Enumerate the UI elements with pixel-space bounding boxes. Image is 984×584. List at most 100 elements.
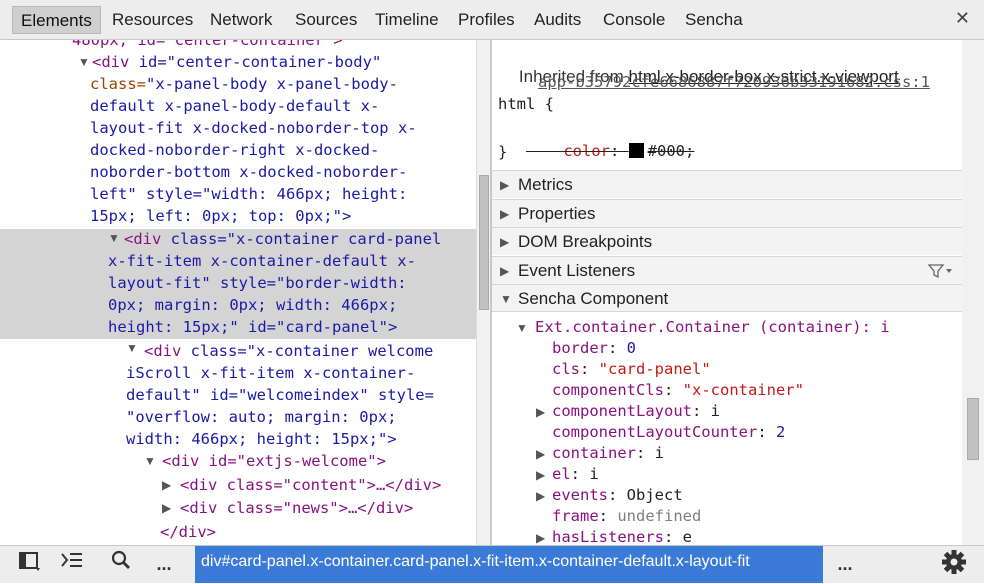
collapse-triangle-icon[interactable]: ▶ (162, 474, 171, 496)
collapse-triangle-icon[interactable]: ▶ (536, 485, 545, 507)
prop-name: border (552, 339, 608, 357)
component-prop-border[interactable]: border: 0 (552, 337, 636, 359)
breadcrumb-more-right[interactable]: ... (828, 549, 862, 579)
tab-sources[interactable]: Sources (287, 6, 365, 34)
dom-tree-panel: 480px; id="center-container"> ▼ <div id=… (0, 40, 476, 545)
component-prop-componentCls[interactable]: componentCls: "x-container" (552, 379, 804, 401)
component-root[interactable]: Ext.container.Container (container): i (535, 316, 890, 338)
dom-line: 0px; margin: 0px; width: 466px; (108, 296, 398, 314)
inherited-header: Inherited from html.x-border-box.x-stric… (500, 44, 899, 86)
dom-node-news[interactable]: <div class="news">…</div> (180, 497, 413, 519)
prop-name: componentLayout (552, 402, 692, 420)
prop-name: frame (552, 507, 599, 525)
scrollbar-thumb[interactable] (479, 175, 489, 310)
devtools-toolbar: Elements Resources Network Sources Timel… (0, 0, 984, 40)
tab-elements[interactable]: Elements (12, 6, 101, 34)
section-sencha-component[interactable]: ▼ Sencha Component (492, 284, 962, 312)
prop-value: "x-container" (682, 381, 804, 399)
tab-audits[interactable]: Audits (526, 6, 589, 34)
dom-line: height: 15px;" id="card-panel"> (108, 318, 398, 336)
rule-prop-value: #000 (647, 142, 685, 160)
collapse-triangle-icon[interactable]: ▶ (162, 497, 171, 519)
dom-line: class="x-panel-body x-panel-body- (90, 75, 398, 93)
component-prop-container[interactable]: container: i (552, 442, 664, 464)
css-source-link[interactable]: app-b35792cfe6686887f720936b33191682.css… (538, 71, 930, 93)
expand-triangle-icon: ▼ (500, 292, 512, 306)
expand-triangle-icon[interactable]: ▼ (78, 51, 90, 73)
component-prop-componentLayout[interactable]: componentLayout: i (552, 400, 720, 422)
tab-sencha[interactable]: Sencha (677, 6, 751, 34)
prop-name: componentLayoutCounter (552, 423, 758, 441)
component-prop-el[interactable]: el: i (552, 463, 599, 485)
tab-profiles[interactable]: Profiles (450, 6, 523, 34)
collapse-triangle-icon: ▶ (500, 264, 510, 278)
section-event-listeners[interactable]: ▶ Event Listeners (492, 256, 962, 284)
component-prop-frame[interactable]: frame: undefined (552, 505, 701, 527)
dom-line: noborder-bottom x-docked-noborder- (90, 163, 408, 181)
prop-value: 0 (626, 339, 637, 357)
collapse-triangle-icon: ▶ (500, 178, 510, 192)
gear-icon[interactable] (937, 549, 971, 579)
dom-line: <div id="center-container-body" (92, 53, 382, 71)
dom-line: width: 466px; height: 15px;"> (126, 430, 397, 448)
dock-icon[interactable] (12, 549, 46, 579)
collapse-triangle-icon[interactable]: ▶ (536, 464, 545, 486)
search-icon[interactable] (104, 549, 138, 579)
dom-line: 15px; left: 0px; top: 0px;"> (90, 207, 352, 225)
prop-name: container (552, 444, 636, 462)
console-drawer-icon[interactable] (55, 549, 89, 579)
component-prop-componentLayoutCounter[interactable]: componentLayoutCounter: 2 (552, 421, 785, 443)
expand-triangle-icon[interactable]: ▼ (144, 450, 156, 472)
tab-network[interactable]: Network (202, 6, 280, 34)
section-properties[interactable]: ▶ Properties (492, 199, 962, 227)
tab-timeline[interactable]: Timeline (367, 6, 447, 34)
tab-console[interactable]: Console (595, 6, 673, 34)
dom-line: <div class="x-container card-panel (124, 230, 442, 248)
dom-node-content[interactable]: <div class="content">…</div> (180, 474, 441, 496)
prop-value: "card-panel" (598, 360, 711, 378)
prop-name: el (552, 465, 571, 483)
dom-line-partial: 480px; id="center-container"> (72, 40, 343, 49)
dom-line: x-fit-item x-container-default x- (108, 252, 416, 270)
prop-name: events (552, 486, 608, 504)
prop-name: hasListeners (552, 528, 664, 545)
dom-line: layout-fit" style="border-width: (108, 274, 407, 292)
dom-node-extjs-welcome[interactable]: <div id="extjs-welcome"> (162, 450, 386, 472)
collapse-triangle-icon[interactable]: ▶ (536, 443, 545, 465)
close-icon[interactable]: ✕ (955, 8, 970, 29)
expand-triangle-icon[interactable]: ▼ (516, 317, 528, 339)
breadcrumb-selected-node[interactable]: div#card-panel.x-container.card-panel.x-… (195, 546, 823, 583)
dom-tree-scrollbar[interactable] (476, 40, 490, 545)
dom-line: default x-panel-body-default x- (90, 97, 380, 115)
collapse-triangle-icon: ▶ (500, 235, 510, 249)
component-prop-hasListeners[interactable]: hasListeners: e (552, 526, 692, 545)
breadcrumb-more-left[interactable]: ... (147, 549, 181, 579)
collapse-triangle-icon[interactable]: ▶ (536, 401, 545, 423)
filter-icon[interactable] (928, 263, 954, 279)
devtools-bottom-bar: ... div#card-panel.x-container.card-pane… (0, 545, 984, 583)
section-dom-breakpoints[interactable]: ▶ DOM Breakpoints (492, 227, 962, 255)
scrollbar-thumb[interactable] (967, 398, 979, 460)
prop-value: Object (626, 486, 683, 504)
dom-line: "overflow: auto; margin: 0px; (126, 408, 397, 426)
section-metrics[interactable]: ▶ Metrics (492, 170, 962, 198)
dom-line: <div class="x-container welcome (144, 342, 434, 360)
rule-close: } (498, 143, 508, 161)
component-prop-cls[interactable]: cls: "card-panel" (552, 358, 711, 380)
rule-property[interactable]: color: #000; (526, 118, 694, 160)
section-label: Properties (518, 204, 596, 223)
collapse-triangle-icon[interactable]: ▶ (536, 527, 545, 545)
prop-value: undefined (617, 507, 702, 525)
expand-triangle-icon[interactable]: ▼ (108, 227, 120, 249)
styles-scrollbar[interactable] (962, 40, 984, 545)
dom-line: layout-fit x-docked-noborder-top x- (90, 119, 417, 137)
dom-node-close: </div> (160, 523, 216, 541)
component-prop-events[interactable]: events: Object (552, 484, 683, 506)
expand-triangle-icon[interactable]: ▼ (126, 337, 138, 359)
prop-value: e (682, 528, 692, 545)
color-swatch[interactable] (628, 143, 644, 158)
prop-value: i (589, 465, 599, 483)
section-label: DOM Breakpoints (518, 232, 653, 251)
tab-resources[interactable]: Resources (104, 6, 201, 34)
rule-selector: html { (498, 95, 554, 113)
